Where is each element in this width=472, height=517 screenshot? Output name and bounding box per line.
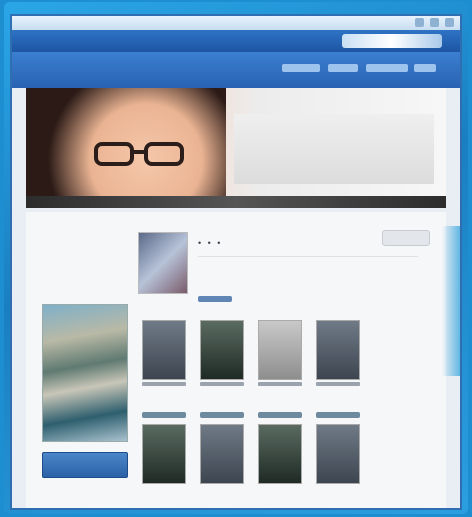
photo-tile[interactable] bbox=[258, 424, 302, 484]
photo-label[interactable] bbox=[258, 412, 302, 418]
maximize-icon[interactable] bbox=[430, 18, 439, 27]
main-content: • • • bbox=[26, 212, 446, 508]
toolbar bbox=[12, 30, 460, 52]
window-controls bbox=[415, 18, 454, 27]
photo-tile[interactable] bbox=[142, 424, 186, 484]
hero-strip bbox=[26, 196, 446, 208]
site-logo[interactable] bbox=[342, 34, 442, 48]
photo-label[interactable] bbox=[142, 412, 186, 418]
photo-caption bbox=[142, 382, 186, 386]
nav-link[interactable] bbox=[328, 64, 358, 72]
photo-tile[interactable] bbox=[142, 320, 186, 380]
site-navbar bbox=[12, 52, 460, 88]
screen-glare bbox=[442, 226, 460, 376]
hero-banner bbox=[26, 88, 446, 208]
photo-caption bbox=[258, 382, 302, 386]
nav-link[interactable] bbox=[282, 64, 320, 72]
browser-window: • • • bbox=[10, 14, 462, 510]
photo-caption bbox=[200, 382, 244, 386]
photo-tile[interactable] bbox=[316, 424, 360, 484]
photo-tile[interactable] bbox=[200, 424, 244, 484]
divider bbox=[198, 256, 418, 257]
close-icon[interactable] bbox=[445, 18, 454, 27]
map-thumbnail[interactable] bbox=[42, 304, 128, 442]
sidebar-button[interactable] bbox=[42, 452, 128, 478]
glasses-graphic bbox=[94, 142, 184, 166]
avatar[interactable] bbox=[138, 232, 188, 294]
photo-label[interactable] bbox=[200, 412, 244, 418]
photo-tile[interactable] bbox=[316, 320, 360, 380]
profile-action-button[interactable] bbox=[382, 230, 430, 246]
nav-link[interactable] bbox=[414, 64, 436, 72]
photo-tile[interactable] bbox=[258, 320, 302, 380]
section-tab[interactable] bbox=[198, 296, 232, 302]
photo-caption bbox=[316, 382, 360, 386]
minimize-icon[interactable] bbox=[415, 18, 424, 27]
profile-name: • • • bbox=[198, 238, 223, 248]
photo-label[interactable] bbox=[316, 412, 360, 418]
photo-tile[interactable] bbox=[200, 320, 244, 380]
nav-link[interactable] bbox=[366, 64, 408, 72]
hero-text-panel bbox=[234, 114, 434, 184]
title-bar bbox=[12, 16, 460, 30]
